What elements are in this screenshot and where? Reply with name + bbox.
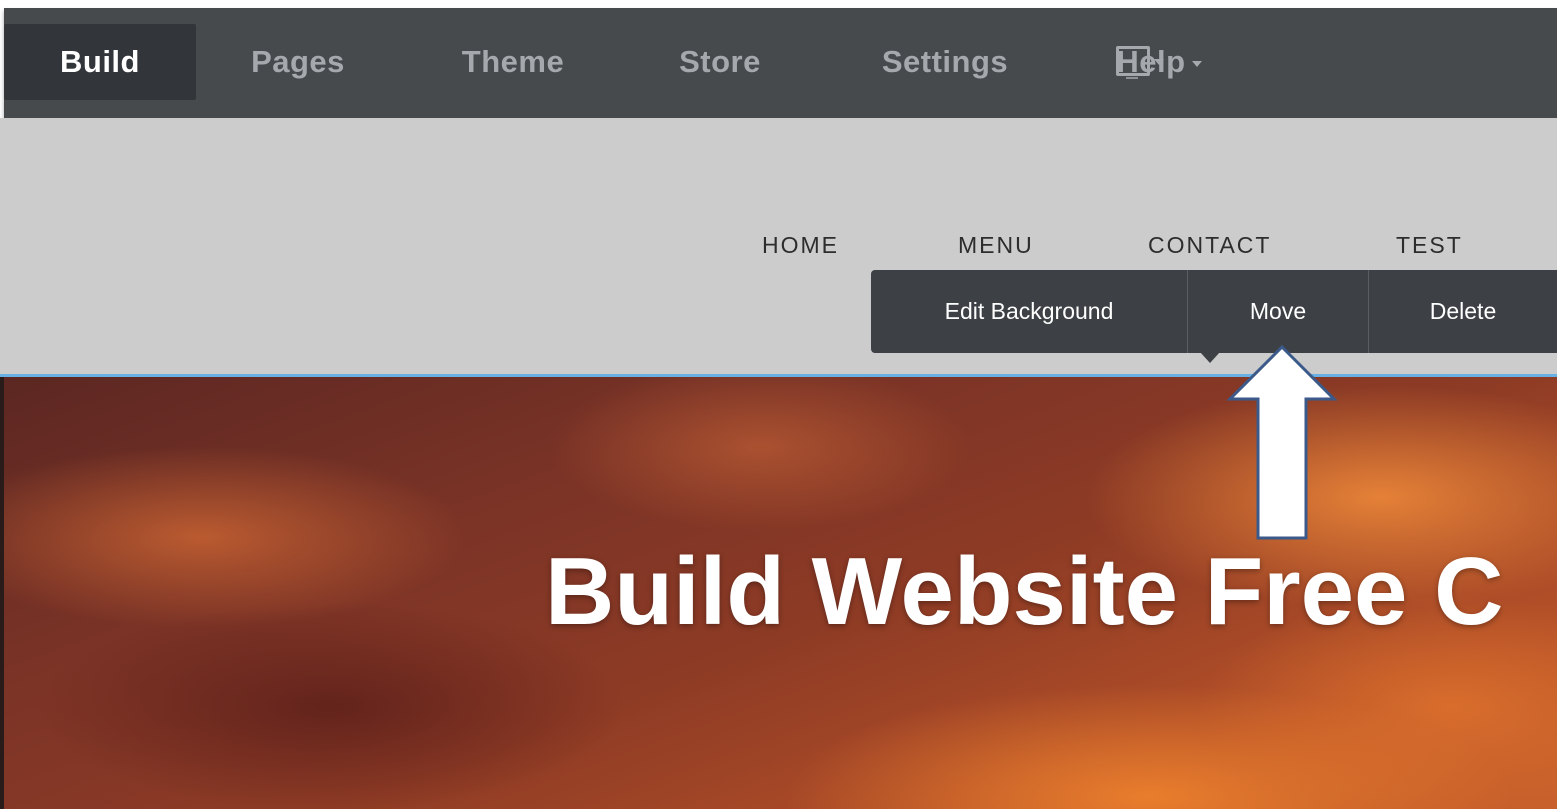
device-preview-button[interactable] (1116, 42, 1176, 92)
tab-build[interactable]: Build (4, 24, 196, 100)
tab-pages[interactable]: Pages (222, 24, 374, 100)
move-button[interactable]: Move (1188, 270, 1368, 353)
delete-button[interactable]: Delete (1369, 270, 1557, 353)
edit-background-button[interactable]: Edit Background (871, 270, 1187, 353)
nav-item-home[interactable]: HOME (762, 232, 839, 259)
arrow-shape (1226, 344, 1338, 540)
hero-left-edge (0, 377, 4, 809)
monitor-stand (1126, 77, 1138, 79)
hero-title[interactable]: Build Website Free C (545, 537, 1503, 647)
section-context-toolbar: Edit Background Move Delete (871, 270, 1557, 353)
editor-toolbar: Build Pages Theme Store Settings Help (4, 8, 1557, 118)
tab-store[interactable]: Store (654, 24, 786, 100)
toolbar-pointer (1200, 352, 1220, 363)
desktop-monitor-icon (1116, 46, 1150, 76)
chevron-down-icon (1154, 59, 1164, 65)
tab-theme[interactable]: Theme (436, 24, 590, 100)
nav-item-contact[interactable]: CONTACT (1148, 232, 1271, 259)
chevron-down-icon (1191, 60, 1202, 67)
nav-item-test[interactable]: TEST (1396, 232, 1463, 259)
tab-settings[interactable]: Settings (859, 24, 1031, 100)
nav-item-menu[interactable]: MENU (958, 232, 1034, 259)
editor-window: Build Pages Theme Store Settings Help HO… (0, 0, 1557, 809)
up-arrow-icon (1226, 344, 1338, 540)
